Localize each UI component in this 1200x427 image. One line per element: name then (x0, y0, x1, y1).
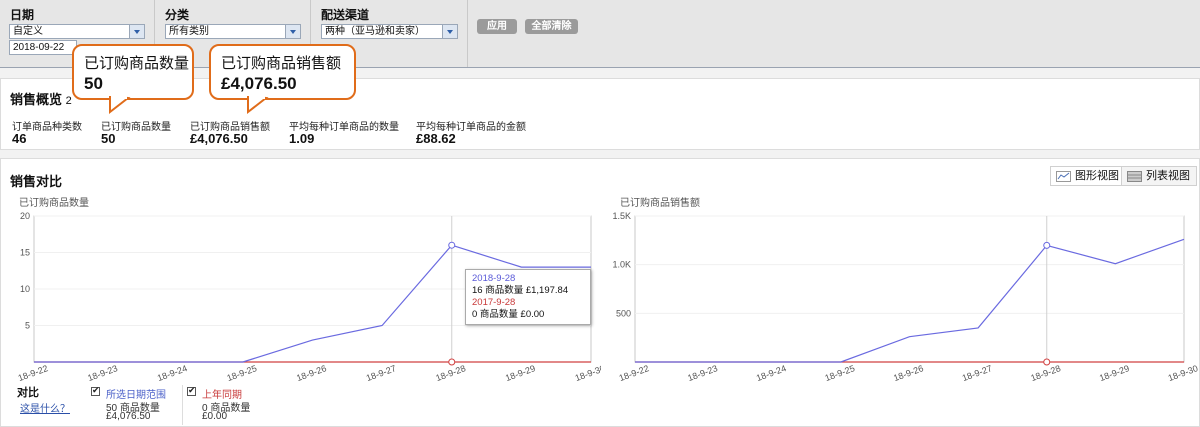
tooltip-date-current: 2018-9-28 (472, 273, 516, 284)
x-tick-label: 18-9-23 (686, 363, 719, 383)
x-tick-label: 18-9-26 (295, 363, 328, 383)
x-tick-label: 18-9-26 (892, 363, 925, 383)
data-point (1043, 358, 1051, 366)
category-select[interactable]: 所有类别 (165, 24, 301, 39)
y-tick-label: 15 (20, 248, 30, 258)
y-tick-label: 5 (25, 321, 30, 331)
channel-filter-label: 配送渠道 (321, 8, 370, 22)
callout-value: 50 (84, 74, 103, 93)
legend-divider (182, 385, 183, 425)
x-tick-label: 18-9-24 (755, 363, 788, 383)
date-filter-label: 日期 (10, 8, 35, 22)
y-tick-label: 1.0K (612, 260, 631, 270)
category-filter-label: 分类 (165, 8, 190, 22)
metric-value: 1.09 (289, 131, 315, 146)
last-year-amount: £0.00 (202, 411, 228, 422)
date-from-input[interactable]: 2018-09-22 (9, 40, 77, 55)
x-tick-label: 18-9-28 (434, 363, 467, 383)
chevron-down-icon (442, 25, 457, 38)
callout-value: £4,076.50 (221, 74, 297, 93)
line-chart-icon (1056, 171, 1071, 182)
x-tick-label: 18-9-30 (1167, 363, 1200, 383)
chevron-down-icon (129, 25, 144, 38)
data-point (448, 358, 456, 366)
x-tick-label: 18-9-25 (226, 363, 259, 383)
y-tick-label: 1.5K (612, 211, 631, 221)
x-tick-label: 18-9-29 (1098, 363, 1131, 383)
chart-tooltip: 2018-9-28 16 商品数量 £1,197.84 2017-9-28 0 … (465, 269, 591, 325)
x-tick-label: 18-9-22 (618, 363, 651, 383)
y-tick-label: 20 (20, 211, 30, 221)
channel-select[interactable]: 两种（亚马逊和卖家） (321, 24, 458, 39)
data-point (448, 241, 456, 249)
x-tick-label: 18-9-28 (1029, 363, 1062, 383)
selected-range-amount: £4,076.50 (106, 411, 151, 422)
tooltip-value-previous: 0 商品数量 £0.00 (472, 309, 545, 320)
table-icon (1127, 171, 1142, 182)
summary-title-text: 销售概览 (10, 92, 63, 107)
graph-view-label: 图形视图 (1075, 170, 1119, 182)
y-tick-label: 10 (20, 284, 30, 294)
table-view-button[interactable]: 列表视图 (1121, 166, 1197, 186)
x-tick-label: 18-9-27 (961, 363, 994, 383)
chart-title: 已订购商品数量 (19, 196, 89, 209)
compare-label: 对比 (17, 387, 39, 399)
callout-sales-amount: 已订购商品销售额 £4,076.50 (209, 44, 356, 100)
callout-pointer (109, 96, 131, 115)
selected-range-checkbox[interactable] (91, 385, 100, 396)
sales-comparison-panel: 销售对比 图形视图 列表视图 已订购商品数量 5 10 15 20 18-9-22 18-9… (0, 158, 1200, 427)
last-year-checkbox[interactable] (187, 385, 196, 396)
apply-button[interactable]: 应用 (477, 19, 517, 34)
metric-value: £88.62 (416, 131, 456, 146)
metric-value: £4,076.50 (190, 131, 248, 146)
clear-all-button[interactable]: 全部清除 (525, 19, 578, 34)
graph-view-button[interactable]: 图形视图 (1050, 166, 1126, 186)
date-range-value: 自定义 (13, 26, 43, 37)
x-tick-label: 18-9-22 (17, 363, 50, 383)
plot-area (634, 215, 1185, 363)
chevron-down-icon (285, 25, 300, 38)
chart-title: 已订购商品销售额 (620, 196, 700, 209)
whats-this-link[interactable]: 这是什么？ (20, 400, 70, 415)
category-value: 所有类别 (169, 26, 209, 37)
metric-value: 46 (12, 131, 27, 146)
tooltip-value-current: 16 商品数量 £1,197.84 (472, 285, 569, 296)
x-tick-label: 18-9-23 (86, 363, 119, 383)
y-tick-label: 500 (616, 308, 631, 318)
x-tick-label: 18-9-25 (824, 363, 857, 383)
sales-comparison-title: 销售对比 (10, 174, 63, 189)
callout-pointer (247, 96, 269, 115)
callout-units-ordered: 已订购商品数量 50 (72, 44, 194, 100)
channel-value: 两种（亚马逊和卖家） (325, 26, 425, 37)
callout-label: 已订购商品销售额 (221, 55, 342, 72)
summary-title-suffix: 2 (65, 95, 72, 107)
x-tick-label: 18-9-24 (156, 363, 189, 383)
metric-value: 50 (101, 131, 116, 146)
sales-amount-chart: 已订购商品销售额 500 1.0K 1.5K 18-9-22 18-9-23 18-9-24… (612, 196, 1200, 383)
tooltip-date-previous: 2017-9-28 (472, 297, 516, 308)
callout-label: 已订购商品数量 (84, 55, 190, 72)
x-tick-label: 18-9-29 (504, 363, 537, 383)
data-point (1043, 241, 1051, 249)
date-range-select[interactable]: 自定义 (9, 24, 145, 39)
sales-summary-title: 销售概览 2 (10, 89, 72, 108)
table-view-label: 列表视图 (1146, 170, 1190, 182)
x-tick-label: 18-9-27 (365, 363, 398, 383)
